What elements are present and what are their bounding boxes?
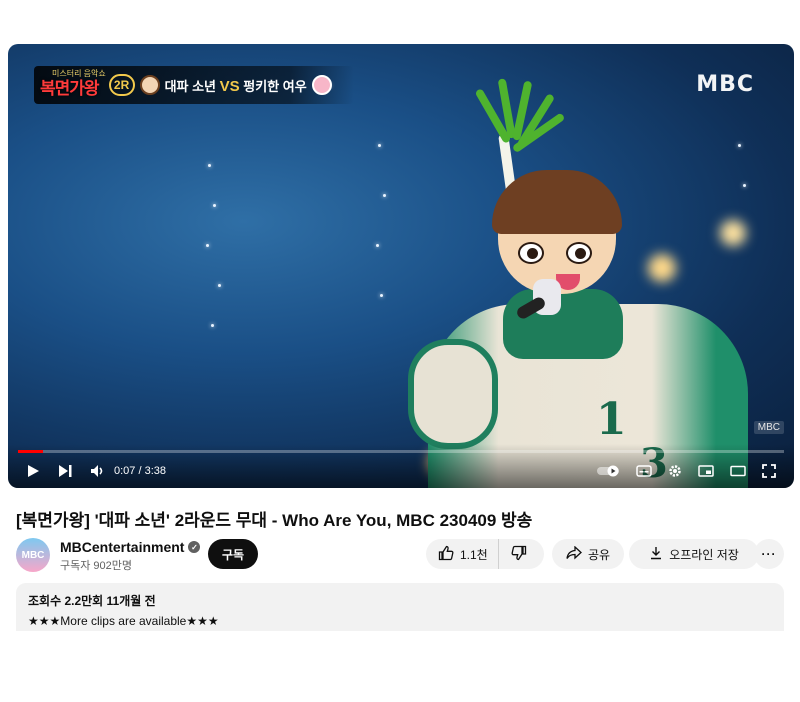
show-subtitle: 미스터리 음악쇼 (52, 69, 106, 78)
player-controls: 0:07 / 3:38 (8, 444, 794, 488)
like-button[interactable]: 1.1천 (426, 539, 499, 569)
progress-bar[interactable] (18, 450, 784, 453)
share-button[interactable]: 공유 (552, 539, 624, 569)
autoplay-toggle-icon[interactable] (596, 465, 620, 477)
download-icon (649, 546, 663, 563)
channel-name: MBCentertainment (60, 539, 185, 555)
verified-check-icon: ✓ (188, 541, 201, 553)
share-arrow-icon (566, 545, 582, 563)
dislike-button[interactable] (499, 539, 539, 569)
miniplayer-icon[interactable] (698, 465, 714, 477)
show-logo: 복면가왕 (40, 78, 100, 99)
like-dislike-group: 1.1천 (426, 539, 544, 569)
volume-icon[interactable] (90, 464, 106, 478)
more-actions-button[interactable]: ··· (754, 539, 784, 569)
contestant-a-name: 대파 소년 (164, 78, 217, 94)
theater-mode-icon[interactable] (730, 465, 746, 477)
settings-gear-icon[interactable] (668, 464, 682, 478)
time-display: 0:07 / 3:38 (114, 465, 166, 477)
thumbs-up-icon (438, 545, 454, 564)
show-banner: 미스터리 음악쇼 복면가왕 2R 대파 소년 VS 펑키한 여우 (34, 66, 354, 104)
contestant-b-name: 펑키한 여우 (243, 78, 307, 94)
download-button[interactable]: 오프라인 저장 (629, 539, 759, 569)
video-title: [복면가왕] '대파 소년' 2라운드 무대 - Who Are You, MB… (16, 511, 533, 530)
description-box[interactable]: 조회수 2.2만회 11개월 전 ★★★More clips are avail… (16, 583, 784, 631)
subscriber-count: 구독자 902만명 (60, 560, 133, 572)
description-text: ★★★More clips are available★★★ (28, 614, 219, 628)
next-icon[interactable] (58, 464, 72, 478)
share-label: 공유 (587, 547, 611, 562)
view-count-date: 조회수 2.2만회 11개월 전 (28, 594, 156, 608)
vs-label: VS (219, 77, 240, 95)
broadcaster-small-watermark: MBC (753, 421, 784, 434)
thumbs-down-icon (511, 545, 527, 564)
captions-icon[interactable] (636, 465, 652, 477)
channel-name-link[interactable]: MBCentertainment ✓ (60, 539, 201, 555)
masked-singer: 1 3 (408, 78, 748, 488)
play-icon[interactable] (26, 464, 40, 478)
avatar-text: MBC (21, 549, 45, 561)
like-count: 1.1천 (460, 547, 488, 562)
round-badge: 2R (108, 74, 135, 96)
video-player[interactable]: 미스터리 음악쇼 복면가왕 2R 대파 소년 VS 펑키한 여우 MBC MBC… (8, 44, 794, 488)
download-label: 오프라인 저장 (669, 547, 739, 562)
channel-avatar[interactable]: MBC (16, 538, 50, 572)
contestant-a-icon (139, 75, 160, 95)
fox-icon (311, 75, 332, 95)
fullscreen-icon[interactable] (762, 464, 776, 478)
progress-fill (18, 450, 43, 453)
subscribe-button[interactable]: 구독 (208, 539, 258, 569)
channel-row: MBC MBCentertainment ✓ 구독자 902만명 구독 1.1천… (16, 536, 786, 576)
broadcaster-watermark: MBC (696, 72, 754, 97)
more-dots-icon: ··· (761, 547, 777, 561)
